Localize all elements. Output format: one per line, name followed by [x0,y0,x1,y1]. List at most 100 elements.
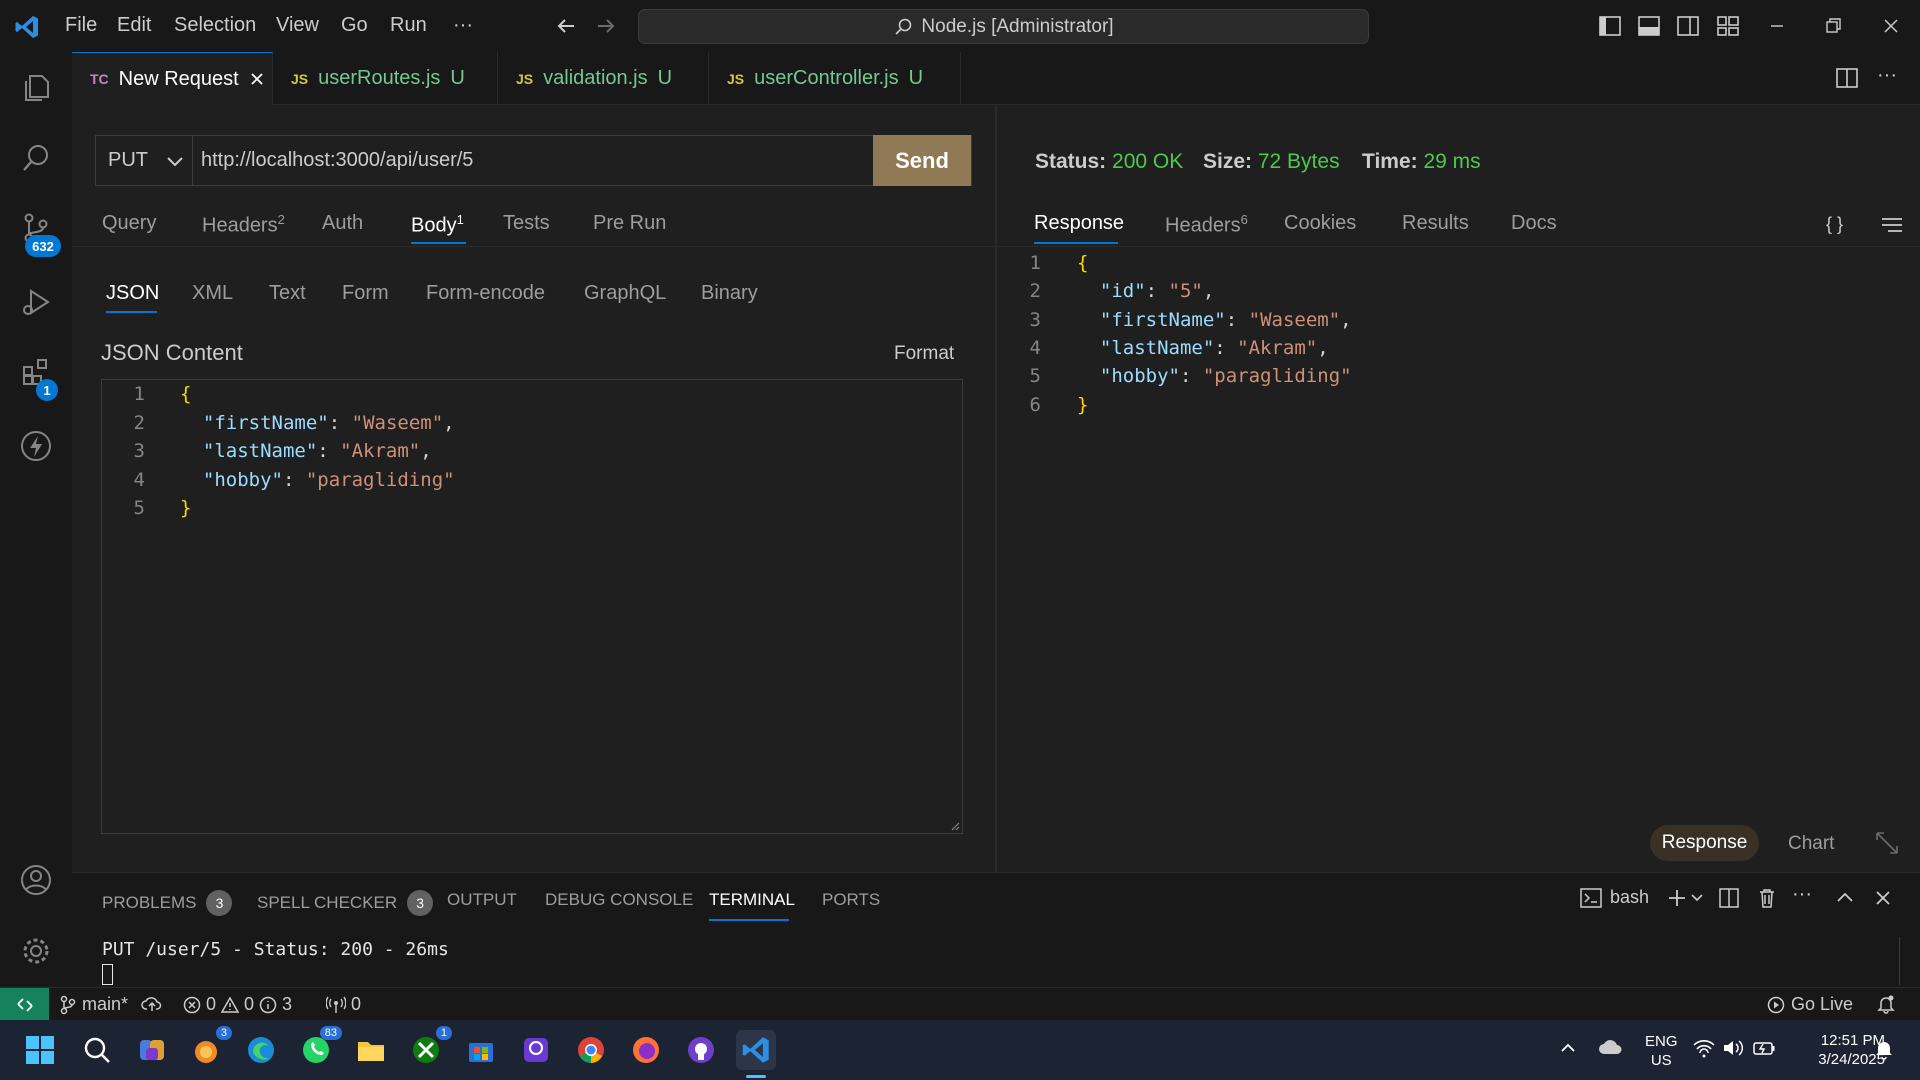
battery-icon[interactable] [1752,1038,1776,1058]
edge-browser-icon[interactable] [241,1030,281,1070]
toggle-panel-icon[interactable] [1637,15,1661,37]
braces-icon[interactable]: { } [1826,214,1843,235]
go-live-button[interactable]: Go Live [1767,994,1853,1015]
format-button[interactable]: Format [894,343,954,365]
close-tab-icon[interactable] [249,71,265,87]
trash-icon[interactable] [1756,887,1778,909]
body-tab-text[interactable]: Text [269,282,306,305]
editor-more-actions-icon[interactable]: ··· [1877,64,1897,87]
tab-tests[interactable]: Tests [503,212,550,235]
notes-app-icon[interactable]: 3 [186,1026,232,1070]
terminal-cursor[interactable] [102,964,113,985]
run-debug-icon[interactable] [14,280,58,324]
body-tab-form-encode[interactable]: Form-encode [426,282,545,305]
panel-more-actions-icon[interactable]: ··· [1792,883,1812,906]
minimize-icon[interactable] [1766,15,1788,37]
forward-arrow-icon[interactable] [594,14,618,38]
body-tab-binary[interactable]: Binary [701,282,758,305]
tab-query[interactable]: Query [102,212,156,235]
explorer-icon[interactable] [14,66,58,110]
tab-headers[interactable]: Headers2 [202,212,285,238]
github-desktop-icon[interactable] [681,1030,721,1070]
view-chart-toggle[interactable]: Chart [1788,833,1834,855]
taskbar-search-icon[interactable] [77,1030,117,1070]
body-tab-graphql[interactable]: GraphQL [584,282,666,305]
body-tab-json[interactable]: JSON [106,282,159,305]
volume-icon[interactable] [1722,1038,1744,1058]
toggle-primary-sidebar-icon[interactable] [1598,15,1622,37]
tab-cookies[interactable]: Cookies [1284,212,1356,235]
expand-icon[interactable] [1874,830,1900,856]
resize-handle-icon[interactable] [950,821,960,831]
branch-indicator[interactable]: main* [60,994,128,1015]
body-tab-xml[interactable]: XML [192,282,233,305]
tab-validation[interactable]: JS validation.js U [498,52,709,105]
chrome-icon[interactable] [571,1030,611,1070]
chevron-down-icon[interactable] [1690,891,1704,905]
split-editor-icon[interactable] [1835,67,1859,89]
photo-app-icon[interactable] [516,1030,556,1070]
method-select[interactable]: PUT [96,136,193,185]
view-response-toggle[interactable]: Response [1650,825,1759,861]
account-icon[interactable] [14,858,58,902]
back-arrow-icon[interactable] [554,14,578,38]
copilot-app-icon[interactable] [132,1030,172,1070]
tab-user-controller[interactable]: JS userController.js U [709,52,961,105]
menu-view[interactable]: View [276,14,319,37]
settings-gear-icon[interactable] [14,929,58,973]
remote-indicator-icon[interactable] [0,988,49,1021]
menu-go[interactable]: Go [341,14,368,37]
file-explorer-icon[interactable] [351,1030,391,1070]
xbox-icon[interactable]: 1 [406,1026,452,1070]
restore-icon[interactable] [1822,15,1844,37]
problems-indicator[interactable]: 0 0 3 [183,994,292,1015]
wifi-icon[interactable] [1693,1038,1715,1058]
pane-divider[interactable] [995,105,997,872]
panel-tab-problems[interactable]: PROBLEMS 3 [102,890,233,916]
send-button[interactable]: Send [873,135,971,186]
menu-more[interactable]: ··· [453,14,473,37]
toggle-secondary-sidebar-icon[interactable] [1676,15,1700,37]
language-indicator[interactable]: ENG US [1645,1032,1678,1070]
tab-auth[interactable]: Auth [322,212,363,235]
show-hidden-icons-chevron-up-icon[interactable] [1558,1038,1578,1058]
new-terminal-plus-icon[interactable] [1666,887,1688,909]
menu-lines-icon[interactable] [1880,215,1904,235]
microsoft-store-icon[interactable] [461,1030,501,1070]
search-icon[interactable] [14,136,58,180]
url-input[interactable]: http://localhost:3000/api/user/5 [201,149,473,172]
tab-results[interactable]: Results [1402,212,1469,235]
panel-tab-terminal[interactable]: TERMINAL [709,890,795,910]
maximize-panel-chevron-up-icon[interactable] [1834,887,1856,909]
menu-edit[interactable]: Edit [117,14,151,37]
customize-layout-icon[interactable] [1716,15,1740,37]
panel-tab-ports[interactable]: PORTS [822,890,880,910]
close-window-icon[interactable] [1880,15,1902,37]
tab-docs[interactable]: Docs [1511,212,1557,235]
tab-user-routes[interactable]: JS userRoutes.js U [273,52,498,105]
panel-tab-debug-console[interactable]: DEBUG CONSOLE [545,890,693,910]
terminal-scrollbar[interactable] [1899,937,1900,985]
close-panel-icon[interactable] [1872,887,1894,909]
firefox-icon[interactable] [626,1030,666,1070]
windows-start-icon[interactable] [20,1030,60,1070]
notification-center-bell-icon[interactable] [1874,1038,1894,1060]
whatsapp-icon[interactable]: 83 [296,1026,342,1070]
onedrive-icon[interactable] [1598,1036,1624,1060]
split-terminal-icon[interactable] [1718,887,1740,909]
menu-file[interactable]: File [65,14,97,37]
menu-selection[interactable]: Selection [174,14,256,37]
terminal-shell-selector[interactable]: bash [1580,887,1649,908]
notifications-bell-icon[interactable] [1876,994,1896,1014]
vscode-taskbar-icon[interactable] [736,1030,776,1070]
tab-response[interactable]: Response [1034,212,1124,235]
panel-tab-spell-checker[interactable]: SPELL CHECKER 3 [257,890,434,916]
panel-tab-output[interactable]: OUTPUT [447,890,517,910]
tab-response-headers[interactable]: Headers6 [1165,212,1248,238]
tab-new-request[interactable]: TC New Request [72,52,273,105]
body-tab-form[interactable]: Form [342,282,389,305]
tab-pre-run[interactable]: Pre Run [593,212,666,235]
command-center-search[interactable]: Node.js [Administrator] [638,9,1369,44]
thunder-client-icon[interactable] [14,424,58,468]
ports-indicator[interactable]: 0 [326,994,361,1015]
